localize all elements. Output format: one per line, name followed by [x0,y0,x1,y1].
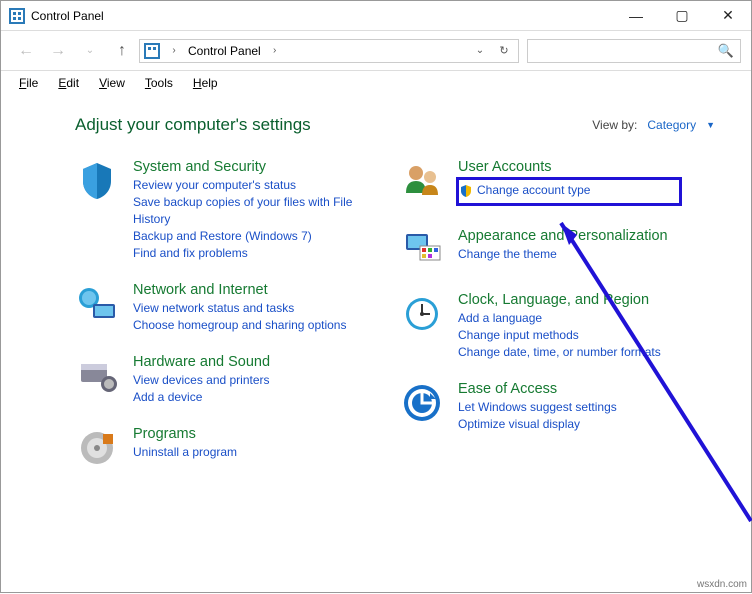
right-column: User Accounts Change account type [390,159,715,470]
watermark: wsxdn.com [697,579,747,590]
breadcrumb-chevron-icon[interactable]: › [164,45,184,56]
system-security-icon [75,159,119,203]
category-link-row: Change account type [459,182,679,199]
category-title[interactable]: Clock, Language, and Region [458,292,715,308]
ease-of-access-icon [400,381,444,425]
category-link[interactable]: Uninstall a program [133,444,390,461]
category-link[interactable]: View network status and tasks [133,300,390,317]
refresh-button[interactable]: ↻ [494,44,514,57]
forward-button[interactable]: → [43,38,73,64]
category-body: System and Security Review your computer… [133,159,390,262]
category-body: Appearance and Personalization Change th… [458,228,715,263]
search-input[interactable] [534,43,718,59]
breadcrumb-chevron-icon[interactable]: › [265,45,285,56]
menu-tools[interactable]: Tools [135,76,183,90]
category-link[interactable]: Review your computer's status [133,177,390,194]
category-link[interactable]: Backup and Restore (Windows 7) [133,228,390,245]
category-hardware: Hardware and Sound View devices and prin… [75,354,390,406]
address-bar[interactable]: › Control Panel › ⌄ ↻ [139,39,519,63]
category-title[interactable]: Appearance and Personalization [458,228,715,244]
up-button[interactable]: ↑ [107,38,137,64]
category-link[interactable]: Optimize visual display [458,416,715,433]
menu-file[interactable]: File [9,76,48,90]
category-body: Ease of Access Let Windows suggest setti… [458,381,715,433]
category-body: Network and Internet View network status… [133,282,390,334]
category-link[interactable]: View devices and printers [133,372,390,389]
left-column: System and Security Review your computer… [75,159,390,470]
page-heading: Adjust your computer's settings [75,115,592,135]
category-title[interactable]: Ease of Access [458,381,715,397]
category-link[interactable]: Change input methods [458,327,715,344]
user-accounts-icon [400,159,444,203]
change-account-type-link[interactable]: Change account type [477,182,590,199]
clock-icon [400,292,444,336]
chevron-down-icon[interactable]: ▼ [706,120,715,130]
view-by-value[interactable]: Category [647,118,696,132]
breadcrumb-root[interactable]: Control Panel [188,44,261,58]
category-title[interactable]: Hardware and Sound [133,354,390,370]
control-panel-icon [9,8,25,24]
content-header: Adjust your computer's settings View by:… [75,115,715,135]
category-columns: System and Security Review your computer… [75,159,715,470]
uac-shield-icon [459,184,473,198]
category-title[interactable]: Programs [133,426,390,442]
category-title[interactable]: Network and Internet [133,282,390,298]
category-link[interactable]: Add a language [458,310,715,327]
titlebar: Control Panel — ▢ ✕ [1,1,751,31]
back-button[interactable]: ← [11,38,41,64]
category-link[interactable]: Choose homegroup and sharing options [133,317,390,334]
category-clock-language: Clock, Language, and Region Add a langua… [400,292,715,361]
network-icon [75,282,119,326]
window-title: Control Panel [31,9,613,23]
search-box[interactable]: 🔍 [527,39,741,63]
category-body: Hardware and Sound View devices and prin… [133,354,390,406]
control-panel-icon [144,43,160,59]
category-link[interactable]: Find and fix problems [133,245,390,262]
menu-view[interactable]: View [89,76,135,90]
category-link[interactable]: Change the theme [458,246,715,263]
annotation-highlight-box: Change account type [456,177,682,206]
hardware-icon [75,354,119,398]
category-link[interactable]: Let Windows suggest settings [458,399,715,416]
content-area: Adjust your computer's settings View by:… [1,95,751,490]
category-programs: Programs Uninstall a program [75,426,390,470]
search-icon[interactable]: 🔍 [718,43,734,59]
menubar: File Edit View Tools Help [1,71,751,95]
category-system-security: System and Security Review your computer… [75,159,390,262]
maximize-button[interactable]: ▢ [659,1,705,31]
view-by-control[interactable]: View by: Category ▼ [592,118,715,132]
category-body: User Accounts Change account type [458,159,715,208]
menu-help[interactable]: Help [183,76,228,90]
recent-locations-dropdown[interactable]: ⌄ [75,38,105,64]
address-history-dropdown[interactable]: ⌄ [470,45,490,56]
category-appearance: Appearance and Personalization Change th… [400,228,715,272]
appearance-icon [400,228,444,272]
programs-icon [75,426,119,470]
category-body: Programs Uninstall a program [133,426,390,461]
menu-edit[interactable]: Edit [48,76,89,90]
category-link[interactable]: Add a device [133,389,390,406]
category-body: Clock, Language, and Region Add a langua… [458,292,715,361]
category-title[interactable]: User Accounts [458,159,715,175]
minimize-button[interactable]: — [613,1,659,31]
category-user-accounts: User Accounts Change account type [400,159,715,208]
category-title[interactable]: System and Security [133,159,390,175]
navbar: ← → ⌄ ↑ › Control Panel › ⌄ ↻ 🔍 [1,31,751,71]
category-link[interactable]: Save backup copies of your files with Fi… [133,194,390,228]
category-network: Network and Internet View network status… [75,282,390,334]
category-link[interactable]: Change date, time, or number formats [458,344,715,361]
view-by-label: View by: [592,118,637,132]
category-ease-of-access: Ease of Access Let Windows suggest setti… [400,381,715,433]
close-button[interactable]: ✕ [705,1,751,31]
